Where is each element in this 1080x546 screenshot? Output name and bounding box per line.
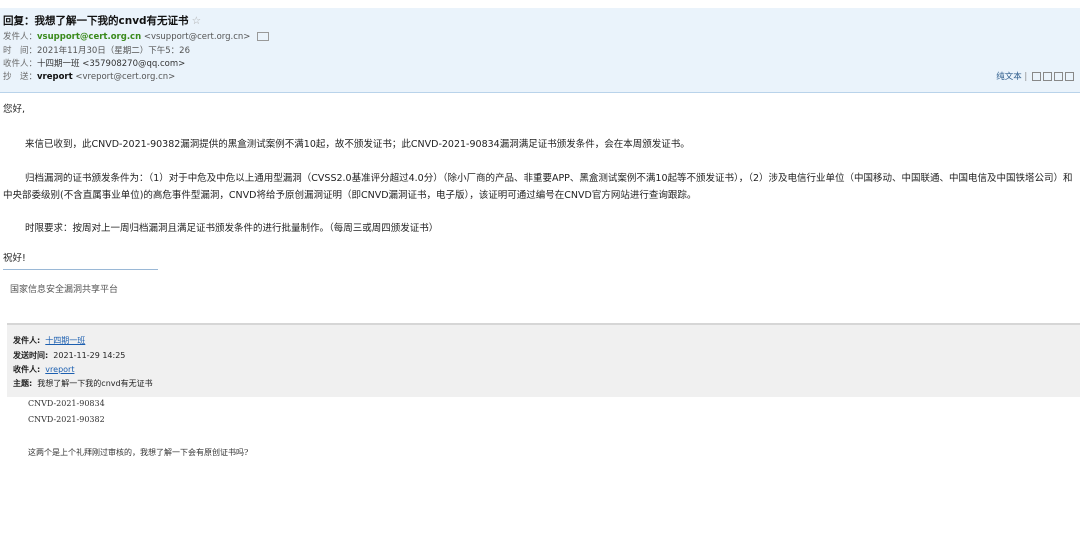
from-row: 发件人：vsupport@cert.org.cn <vsupport@cert.… [3, 31, 270, 43]
quoted-to-label: 收件人: [13, 365, 41, 374]
cc-label: 抄 送： [3, 72, 38, 82]
quoted-from: 发件人: 十四期一班 [13, 335, 85, 346]
body-paragraph-1: 来信已收到，此CNVD-2021-90382漏洞提供的黑盒测试案例不满10起，故… [25, 139, 690, 150]
quoted-line-3: 这两个是上个礼拜刚过审核的，我想了解一下会有原创证书吗? [28, 448, 249, 457]
toolbar-separator: | [1024, 72, 1028, 82]
time-row: 时 间：2021年11月30日（星期二）下午5：26 [3, 45, 190, 57]
quoted-to: 收件人: vreport [13, 364, 74, 375]
header-toolbar: 纯文本 | [996, 70, 1074, 82]
quoted-sent: 发送时间: 2021-11-29 14:25 [13, 350, 125, 361]
quoted-to-link[interactable]: vreport [45, 365, 74, 374]
more-icon[interactable] [1065, 72, 1074, 81]
quoted-from-label: 发件人: [13, 336, 41, 345]
quoted-line-1: CNVD-2021-90834 [28, 399, 105, 408]
quoted-line-2: CNVD-2021-90382 [28, 415, 105, 424]
quoted-subject-label: 主题: [13, 379, 33, 388]
cc-address: <vreport@cert.org.cn> [75, 72, 176, 82]
to-label: 收件人： [3, 59, 38, 69]
quoted-sent-label: 发送时间: [13, 351, 49, 360]
plain-text-link[interactable]: 纯文本 [996, 72, 1022, 82]
view-icon[interactable] [1032, 72, 1041, 81]
from-name[interactable]: vsupport@cert.org.cn [37, 32, 141, 42]
quoted-from-link[interactable]: 十四期一班 [45, 336, 85, 345]
quoted-header: 发件人: 十四期一班 发送时间: 2021-11-29 14:25 收件人: v… [7, 323, 1080, 397]
time-label: 时 间： [3, 46, 38, 56]
to-row: 收件人：十四期一班 <357908270@qq.com> [3, 58, 185, 70]
mail-subject: 回复：我想了解一下我的cnvd有无证书 ☆ [3, 13, 201, 28]
body-paragraph-3: 时限要求：按周对上一周归档漏洞且满足证书颁发条件的进行批量制作。（每周三或周四颁… [25, 223, 439, 234]
cc-row: 抄 送：vreport <vreport@cert.org.cn> [3, 71, 175, 83]
closing: 祝好! [3, 253, 26, 264]
star-icon[interactable]: ☆ [192, 15, 201, 27]
to-value[interactable]: 十四期一班 <357908270@qq.com> [37, 59, 185, 69]
signature: 国家信息安全漏洞共享平台 [10, 285, 119, 295]
quoted-subject: 主题: 我想了解一下我的cnvd有无证书 [13, 378, 153, 389]
mail-header: 回复：我想了解一下我的cnvd有无证书 ☆ 发件人：vsupport@cert.o… [0, 8, 1080, 93]
cc-name[interactable]: vreport [37, 72, 73, 82]
quoted-subject-value: 我想了解一下我的cnvd有无证书 [37, 379, 153, 388]
greeting: 您好, [3, 104, 26, 115]
signature-divider [3, 269, 158, 270]
window-icon[interactable] [1043, 72, 1052, 81]
contact-card-icon[interactable] [257, 32, 270, 41]
quoted-sent-value: 2021-11-29 14:25 [53, 351, 126, 360]
subject-text: 回复：我想了解一下我的cnvd有无证书 [3, 15, 189, 27]
from-address: <vsupport@cert.org.cn> [143, 32, 251, 42]
from-label: 发件人： [3, 32, 38, 42]
body-paragraph-2: 归档漏洞的证书颁发条件为：（1）对于中危及中危以上通用型漏洞（CVSS2.0基准… [3, 173, 1073, 201]
print-icon[interactable] [1054, 72, 1063, 81]
time-value: 2021年11月30日（星期二）下午5：26 [37, 46, 190, 56]
